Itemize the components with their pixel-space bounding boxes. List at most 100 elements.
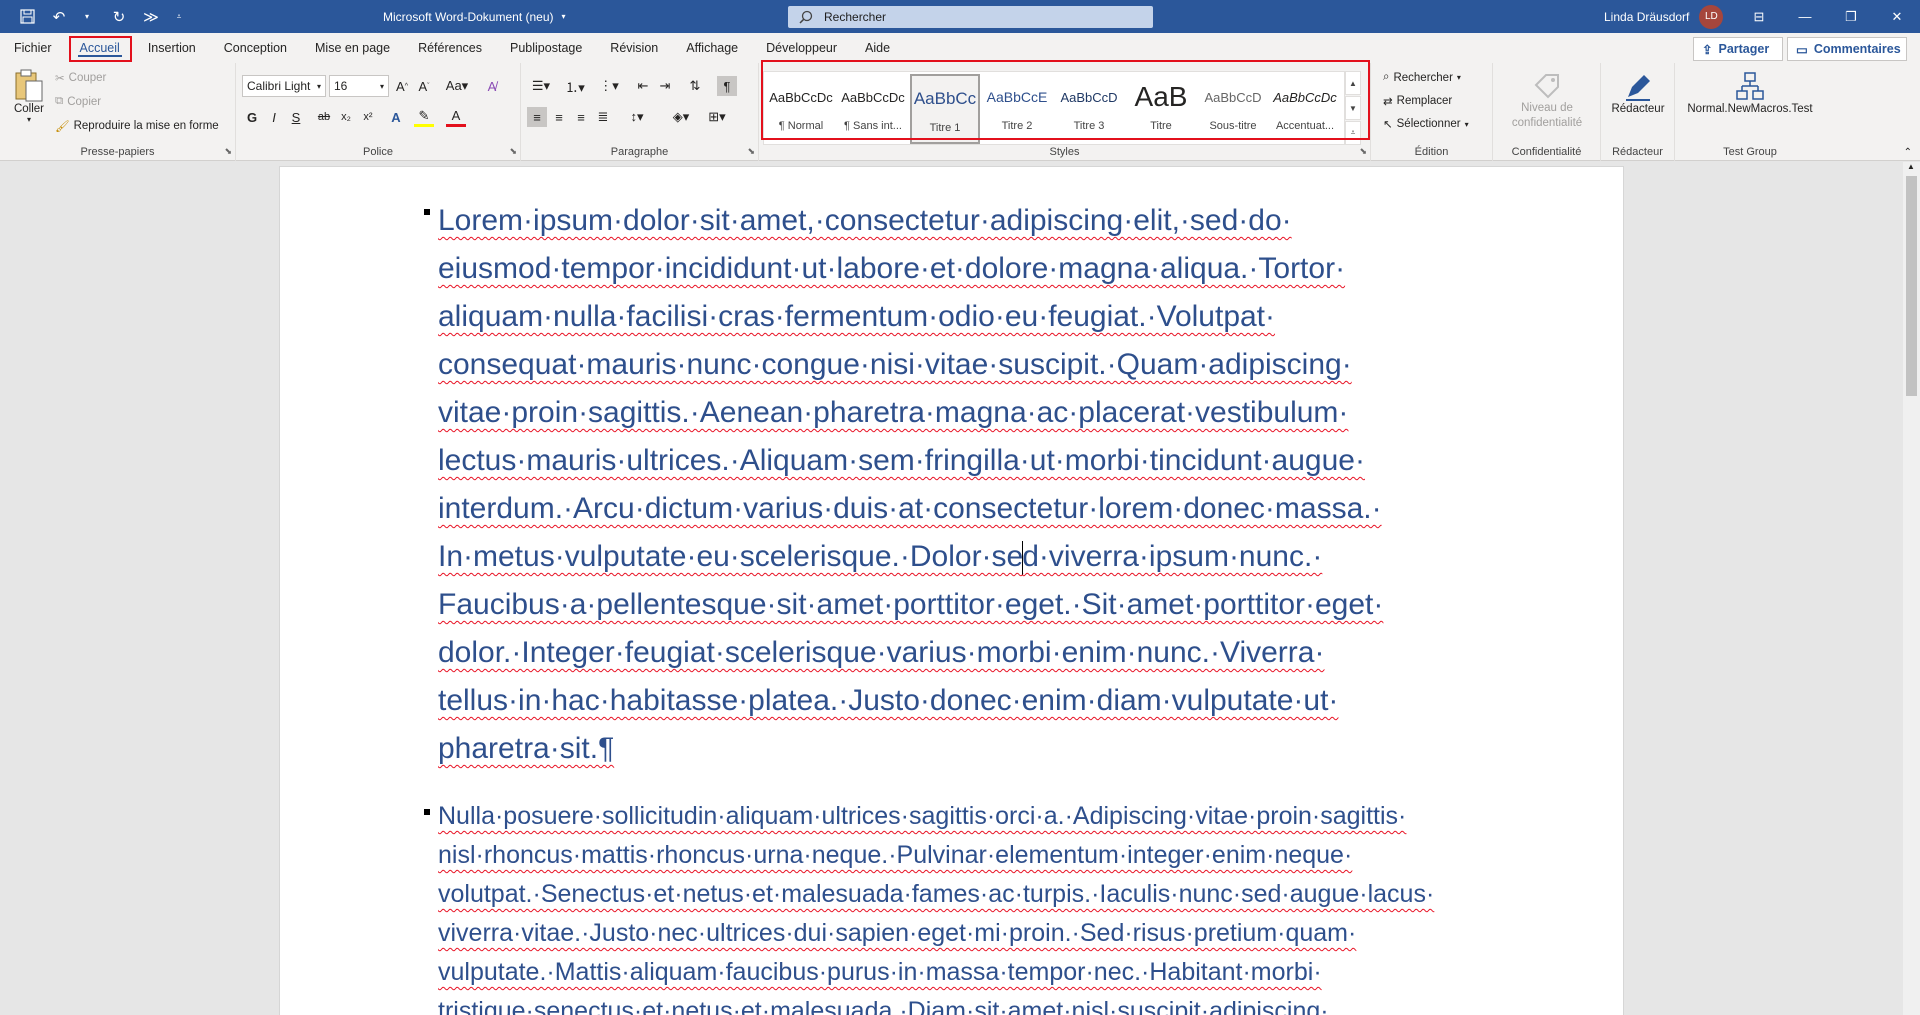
- clear-formatting-icon[interactable]: A̸: [482, 76, 502, 96]
- save-icon[interactable]: [14, 4, 40, 30]
- tab-references[interactable]: Références: [404, 33, 496, 63]
- strikethrough-icon[interactable]: ab: [314, 107, 334, 127]
- align-center-icon[interactable]: ≡: [549, 107, 569, 127]
- shrink-font-icon[interactable]: Aˇ: [414, 76, 434, 96]
- scrollbar-thumb[interactable]: [1906, 176, 1917, 396]
- quick-access-toolbar: ↶ ▾ ↻ ≫ ⩡: [0, 0, 192, 33]
- chevron-down-icon: ▾: [379, 81, 384, 91]
- text-effects-icon[interactable]: A: [386, 107, 406, 127]
- group-label-font: Police: [363, 146, 393, 158]
- tab-revision[interactable]: Révision: [596, 33, 672, 63]
- editor-button[interactable]: Rédacteur: [1605, 71, 1671, 115]
- group-label-test: Test Group: [1723, 146, 1777, 158]
- multilevel-list-icon[interactable]: ⋮▾: [595, 76, 623, 96]
- format-painter-label: Reproduire la mise en forme: [73, 120, 219, 132]
- grow-font-icon[interactable]: A ^: [392, 76, 412, 96]
- body-paragraph[interactable]: Nulla·posuere·sollicitudin·aliquam·ultri…: [438, 797, 1478, 1015]
- tab-insertion[interactable]: Insertion: [134, 33, 210, 63]
- tab-mise-en-page[interactable]: Mise en page: [301, 33, 404, 63]
- increase-indent-icon[interactable]: ⇥: [655, 76, 675, 96]
- tab-publipostage[interactable]: Publipostage: [496, 33, 596, 63]
- replace-button[interactable]: ⇄ Remplacer: [1383, 94, 1452, 108]
- underline-icon[interactable]: S: [286, 107, 306, 127]
- align-right-icon[interactable]: ≡: [571, 107, 591, 127]
- macro-button[interactable]: Normal.NewMacros.Test: [1677, 71, 1823, 115]
- sensitivity-button[interactable]: Niveau de confidentialité: [1501, 71, 1593, 131]
- find-label: Rechercher: [1393, 71, 1453, 84]
- macro-label: Normal.NewMacros.Test: [1687, 103, 1813, 115]
- highlight-icon[interactable]: ✎: [414, 107, 434, 127]
- chevron-down-icon: ▾: [316, 81, 321, 91]
- sort-icon[interactable]: ⇅: [685, 76, 705, 96]
- select-label: Sélectionner: [1396, 118, 1461, 130]
- font-name-select[interactable]: Calibri Light ▾: [242, 75, 326, 97]
- dialog-launcher-icon[interactable]: ⬊: [747, 146, 755, 157]
- dialog-launcher-icon[interactable]: ⬊: [509, 146, 517, 157]
- cut-button[interactable]: ✂ Couper: [55, 71, 106, 85]
- editor-group: Rédacteur Rédacteur: [1601, 63, 1675, 161]
- restore-icon[interactable]: ❐: [1828, 0, 1874, 33]
- undo-dropdown-icon[interactable]: ▾: [74, 4, 100, 30]
- collapse-ribbon-icon[interactable]: ⌃: [1904, 147, 1912, 158]
- customize-toolbar-icon[interactable]: ⩡: [166, 4, 192, 30]
- document-title-text: Microsoft Word-Dokument (neu): [383, 9, 554, 24]
- borders-icon[interactable]: ⊞▾: [703, 107, 731, 127]
- tab-aide[interactable]: Aide: [851, 33, 904, 63]
- find-button[interactable]: ⌕ Rechercher ▾: [1383, 71, 1461, 84]
- dialog-launcher-icon[interactable]: ⬊: [224, 146, 232, 157]
- clipboard-icon: [15, 69, 43, 102]
- share-button[interactable]: ⇪ Partager: [1693, 37, 1783, 61]
- vertical-scrollbar[interactable]: ▲: [1903, 162, 1920, 1015]
- editing-group: ⌕ Rechercher ▾ ⇄ Remplacer ↖ Sélectionner ▾ É…: [1371, 63, 1493, 161]
- align-left-icon[interactable]: ≡: [527, 107, 547, 127]
- font-size-select[interactable]: 16 ▾: [329, 75, 389, 97]
- sensitivity-group: Niveau de confidentialité Confidentialit…: [1493, 63, 1601, 161]
- heading-paragraph[interactable]: Lorem·ipsum·dolor·sit·amet,·consectetur·…: [438, 197, 1478, 773]
- search-box[interactable]: Rechercher: [788, 6, 1153, 28]
- window-controls: ⊟ — ❐ ✕: [1736, 0, 1920, 33]
- format-painter-button[interactable]: 🖌 Reproduire la mise en forme: [55, 119, 219, 133]
- group-label-editor: Rédacteur: [1612, 146, 1663, 158]
- copy-button[interactable]: ⧉ Copier: [55, 95, 101, 108]
- tab-affichage[interactable]: Affichage: [672, 33, 752, 63]
- redo-icon[interactable]: ↻: [106, 4, 132, 30]
- line-spacing-icon[interactable]: ↕▾: [623, 107, 651, 127]
- accueil-highlight-box: [69, 36, 132, 62]
- select-button[interactable]: ↖ Sélectionner ▾: [1383, 117, 1469, 131]
- chevron-down-icon: ▾: [561, 12, 566, 21]
- show-formatting-marks-icon[interactable]: ¶: [717, 76, 737, 96]
- user-account[interactable]: Linda Dräusdorf LD: [1604, 0, 1724, 33]
- change-case-icon[interactable]: Aa▾: [442, 76, 472, 96]
- justify-icon[interactable]: ≣: [593, 107, 613, 127]
- close-icon[interactable]: ✕: [1874, 0, 1920, 33]
- shading-icon[interactable]: ◈▾: [667, 107, 695, 127]
- tab-fichier[interactable]: Fichier: [0, 33, 66, 63]
- bold-icon[interactable]: G: [242, 107, 262, 127]
- numbering-icon[interactable]: ⒈▾: [561, 76, 589, 96]
- tab-label: Conception: [223, 41, 288, 55]
- dialog-launcher-icon[interactable]: ⬊: [1359, 146, 1367, 157]
- paragraph-mark-icon: [424, 209, 430, 215]
- scissors-icon: ✂: [55, 73, 65, 85]
- replace-label: Remplacer: [1396, 95, 1453, 107]
- superscript-icon[interactable]: x²: [358, 107, 378, 127]
- ribbon-display-icon[interactable]: ⊟: [1736, 0, 1782, 33]
- subscript-icon[interactable]: x₂: [336, 107, 356, 127]
- paste-button[interactable]: Coller ▾: [8, 69, 50, 124]
- paragraph-group: ☰▾ ⒈▾ ⋮▾ ⇤ ⇥ ⇅ ¶ ≡ ≡ ≡ ≣ ↕▾ ◈▾ ⊞▾ Paragr…: [521, 63, 759, 161]
- undo-icon[interactable]: ↶: [46, 4, 72, 30]
- sensitivity-label: Niveau de confidentialité: [1511, 102, 1583, 129]
- copy-icon: ⧉: [55, 95, 64, 107]
- comments-button[interactable]: ▭ Commentaires: [1787, 37, 1907, 61]
- minimize-icon[interactable]: —: [1782, 0, 1828, 33]
- font-color-icon[interactable]: A: [446, 107, 466, 127]
- scroll-up-icon[interactable]: ▲: [1907, 162, 1915, 171]
- bullets-icon[interactable]: ☰▾: [527, 76, 555, 96]
- tab-developpeur[interactable]: Développeur: [752, 33, 851, 63]
- decrease-indent-icon[interactable]: ⇤: [633, 76, 653, 96]
- tab-conception[interactable]: Conception: [210, 33, 301, 63]
- document-title[interactable]: Microsoft Word-Dokument (neu) ▾: [383, 0, 566, 33]
- macro-run-icon[interactable]: ≫: [138, 4, 164, 30]
- italic-icon[interactable]: I: [264, 107, 284, 127]
- document-page[interactable]: Lorem·ipsum·dolor·sit·amet,·consectetur·…: [279, 166, 1624, 1015]
